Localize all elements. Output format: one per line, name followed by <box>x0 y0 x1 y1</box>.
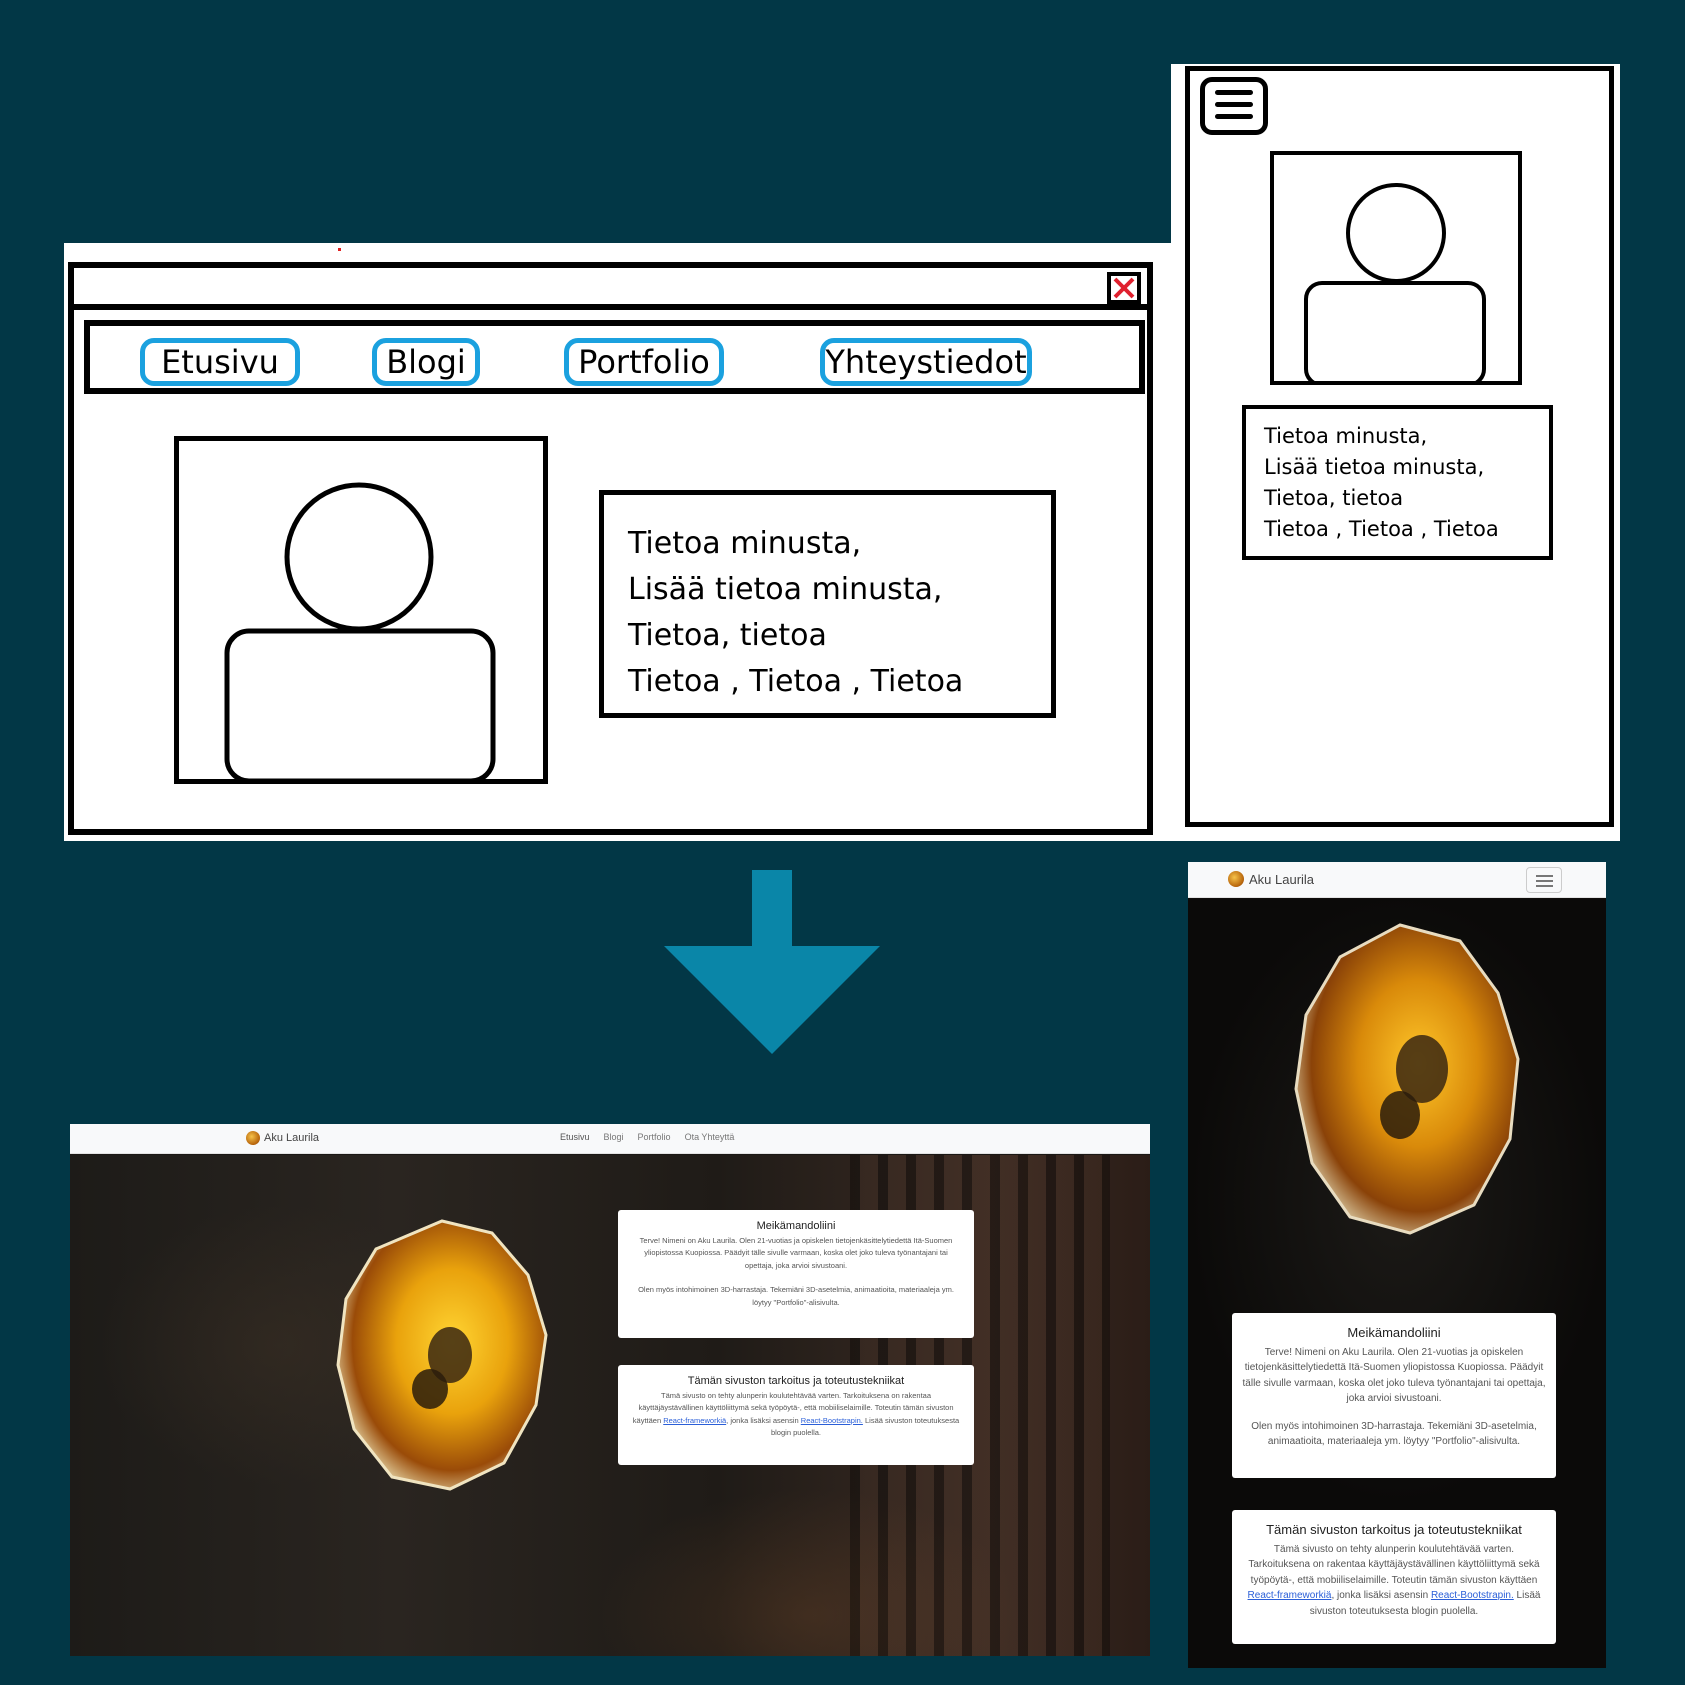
react-bootstrap-link[interactable]: React-Bootstrapin. <box>1431 1590 1514 1601</box>
mobile-wireframe-frame: Tietoa minusta, Lisää tietoa minusta, Ti… <box>1185 66 1614 827</box>
arrow-down-icon <box>664 870 880 1054</box>
wireframe-titlebar <box>74 268 1147 310</box>
brand-name: Aku Laurila <box>1249 871 1315 887</box>
about-card-title: Meikämandoliini <box>1347 1325 1441 1340</box>
amber-logo-icon <box>1228 871 1244 887</box>
wireframe-navbar: Etusivu Blogi Portfolio Yhteystiedot <box>84 320 1145 394</box>
amber-stone-image <box>1294 923 1520 1235</box>
site-purpose-card: Tämän sivuston tarkoitus ja toteutustekn… <box>618 1365 974 1465</box>
purpose-card-title: Tämän sivuston tarkoitus ja toteutustekn… <box>1266 1522 1522 1537</box>
react-bootstrap-link[interactable]: React-Bootstrapin. <box>801 1416 863 1425</box>
about-card-text: Olen myös intohimoinen 3D-harrastaja. Te… <box>638 1285 954 1307</box>
wireframe-nav-portfolio[interactable]: Portfolio <box>564 338 724 386</box>
brand[interactable]: Aku Laurila <box>246 1131 319 1145</box>
about-me-card: Meikämandoliini Terve! Nimeni on Aku Lau… <box>618 1210 974 1338</box>
purpose-card-text: Tämä sivusto on tehty alunperin kouluteh… <box>1242 1542 1546 1620</box>
desktop-wireframe-window: Etusivu Blogi Portfolio Yhteystiedot Tie… <box>68 262 1153 835</box>
red-dot <box>338 248 341 251</box>
site-purpose-card: Tämän sivuston tarkoitus ja toteutustekn… <box>1232 1510 1556 1644</box>
hamburger-menu-icon[interactable] <box>1200 77 1268 135</box>
wireframe-nav-etusivu[interactable]: Etusivu <box>140 338 300 386</box>
purpose-text: , jonka lisäksi asensin <box>1331 1590 1431 1601</box>
about-card-text: Terve! Nimeni on Aku Laurila. Olen 21-vu… <box>639 1235 953 1270</box>
nav-link-ota-yhteytta[interactable]: Ota Yhteyttä <box>685 1132 735 1142</box>
wireframe-text-line: Lisää tietoa minusta, <box>628 572 943 607</box>
amber-logo-icon <box>246 1131 260 1145</box>
mobile-site-screenshot: Aku Laurila Meikämandoliini Terve! Nimen… <box>1188 862 1606 1668</box>
amber-stone-image <box>336 1219 548 1491</box>
about-card-text: Terve! Nimeni on Aku Laurila. Olen 21-vu… <box>1242 1346 1546 1405</box>
navbar-toggler-button[interactable] <box>1526 867 1562 893</box>
nav-link-portfolio[interactable]: Portfolio <box>638 1132 671 1142</box>
purpose-text: , jonka lisäksi asensin <box>726 1415 801 1425</box>
purpose-text: Tämä sivusto on tehty alunperin kouluteh… <box>1248 1543 1540 1586</box>
wireframe-nav-blogi[interactable]: Blogi <box>372 338 480 386</box>
wireframe-text-line: Tietoa minusta, <box>628 526 862 561</box>
wireframe-mobile-about-text: Tietoa minusta, Lisää tietoa minusta, Ti… <box>1242 405 1553 560</box>
desktop-site-screenshot: Aku Laurila Etusivu Blogi Portfolio Ota … <box>70 1124 1150 1656</box>
react-link[interactable]: React-frameworkiä <box>1248 1590 1332 1601</box>
site-navbar: Aku Laurila Etusivu Blogi Portfolio Ota … <box>70 1124 1150 1154</box>
wireframe-text-line: Tietoa minusta, <box>1264 424 1428 448</box>
wireframe-text-line: Tietoa, tietoa <box>1264 486 1404 510</box>
wireframe-text-line: Tietoa, tietoa <box>628 618 827 653</box>
3d-room-background <box>70 1155 1150 1656</box>
about-me-card: Meikämandoliini Terve! Nimeni on Aku Lau… <box>1232 1313 1556 1478</box>
site-nav-links: Etusivu Blogi Portfolio Ota Yhteyttä <box>560 1132 734 1142</box>
nav-link-blogi[interactable]: Blogi <box>604 1132 624 1142</box>
wireframe-text-line: Tietoa , Tietoa , Tietoa <box>628 664 964 699</box>
react-link[interactable]: React-frameworkiä <box>663 1416 726 1425</box>
brand[interactable]: Aku Laurila <box>1228 871 1314 887</box>
person-placeholder-icon <box>1270 151 1522 387</box>
purpose-card-title: Tämän sivuston tarkoitus ja toteutustekn… <box>687 1375 905 1387</box>
close-icon[interactable] <box>1107 272 1141 304</box>
wireframe-text-line: Tietoa , Tietoa , Tietoa <box>1264 517 1499 541</box>
about-card-text: Olen myös intohimoinen 3D-harrastaja. Te… <box>1251 1420 1537 1448</box>
wireframe-about-text: Tietoa minusta, Lisää tietoa minusta, Ti… <box>599 490 1056 718</box>
about-card-title: Meikämandoliini <box>756 1220 836 1232</box>
wireframe-nav-yhteystiedot[interactable]: Yhteystiedot <box>820 338 1032 386</box>
wireframe-text-line: Lisää tietoa minusta, <box>1264 455 1485 479</box>
purpose-card-text: Tämä sivusto on tehty alunperin kouluteh… <box>630 1390 962 1440</box>
nav-link-etusivu[interactable]: Etusivu <box>560 1132 590 1142</box>
site-navbar-mobile: Aku Laurila <box>1188 862 1606 898</box>
person-placeholder-icon <box>174 436 548 784</box>
brand-name: Aku Laurila <box>264 1132 320 1144</box>
